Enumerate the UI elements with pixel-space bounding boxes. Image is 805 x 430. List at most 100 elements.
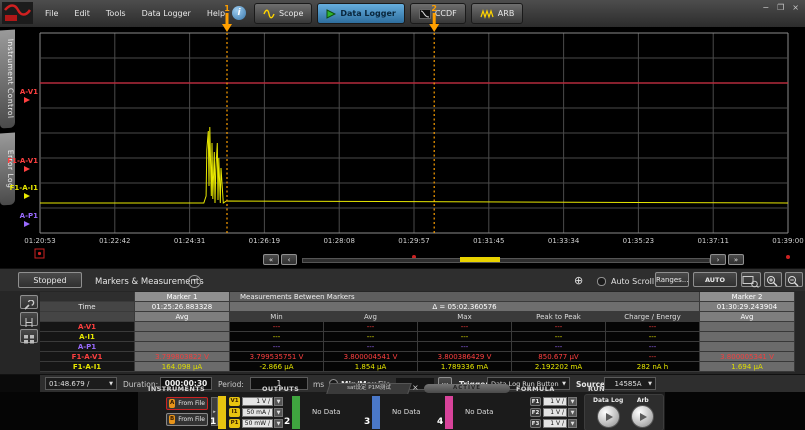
marker1-time: 01:25:26.883328 (135, 302, 230, 312)
measurement-value: --- (324, 342, 418, 352)
measurement-value: --- (606, 332, 700, 342)
corner-block (0, 375, 40, 393)
table-cell (40, 312, 135, 322)
instrument-a-button[interactable]: AFrom File (166, 397, 208, 410)
ranges-button[interactable]: Ranges... (655, 272, 689, 287)
crosshair-icon[interactable]: ⊕ (574, 274, 583, 287)
measurement-value: 1.854 µA (324, 362, 418, 372)
auto-scroll-checkbox[interactable] (597, 277, 606, 286)
table-row[interactable]: A-I1--------------- (40, 332, 795, 342)
scroll-last-button[interactable]: » (728, 254, 744, 265)
output-channel-4-no-data: No Data (465, 408, 493, 416)
info-icon[interactable]: i (232, 6, 246, 20)
minimize-button[interactable]: − (762, 3, 769, 12)
source-value: 14585A (615, 380, 642, 388)
tab-data-logger[interactable]: Data Logger (317, 3, 404, 24)
active-tab[interactable]: ACTIVE (424, 384, 510, 393)
measurement-value: --- (418, 342, 512, 352)
channel-arrow-icon[interactable] (24, 193, 30, 199)
sidebar-tab-error-log[interactable]: Error Log (0, 132, 15, 205)
run-button-label: Data Log (593, 397, 623, 404)
scroll-next-button[interactable]: › (710, 254, 726, 265)
marker2-time: 01:30:29.243904 (700, 302, 795, 312)
chevron-down-icon: ▼ (562, 381, 566, 387)
table-cell (40, 292, 135, 302)
table-row[interactable]: A-P1--------------- (40, 342, 795, 352)
chevron-down-icon[interactable]: ▼ (274, 397, 283, 406)
output-v1-scale[interactable]: 1 V / (242, 397, 273, 406)
grid-view-icon[interactable] (20, 329, 38, 343)
chevron-down-icon: ▼ (648, 381, 652, 387)
source-dropdown[interactable]: 14585A ▼ (604, 377, 656, 390)
channel-arrow-icon[interactable] (24, 97, 30, 103)
close-button[interactable]: × (792, 3, 799, 12)
table-stat-row: AvgMinAvgMaxPeak to PeakCharge / EnergyA… (40, 312, 795, 322)
scroll-track[interactable] (302, 258, 710, 263)
channel-arrow-icon[interactable] (24, 221, 30, 227)
app-window: FileEditToolsData LoggerHelp i ScopeData… (0, 0, 805, 430)
run-data-log-button[interactable] (597, 405, 620, 428)
output-channel-3-bar[interactable] (372, 396, 380, 429)
instruments-header: INSTRUMENTS (148, 385, 205, 393)
scroll-first-button[interactable]: « (263, 254, 279, 265)
channel-arrow-icon[interactable] (24, 166, 30, 172)
close-icon[interactable]: × (412, 383, 419, 392)
tab-sine-icon (263, 9, 275, 19)
formula-f2-badge: F2 (530, 408, 541, 417)
table-row[interactable]: F1-A-V13.799803822 V3.799535751 V3.80000… (40, 352, 795, 362)
marker1-value: 164.098 µA (135, 362, 230, 372)
output-channel-1-bar[interactable] (218, 396, 226, 429)
menu-data-logger[interactable]: Data Logger (142, 9, 191, 18)
zoom-out-icon[interactable] (785, 272, 803, 287)
instrument-b-button[interactable]: BFrom File (166, 413, 208, 426)
tab-ccdf[interactable]: CCDF (410, 3, 466, 24)
measurement-value: --- (418, 332, 512, 342)
chevron-down-icon[interactable]: ▼ (568, 408, 577, 417)
output-channel-2-bar[interactable] (292, 396, 300, 429)
run-arb-button[interactable] (631, 405, 654, 428)
zoom-in-icon[interactable] (764, 272, 782, 287)
x-tick-label: 01:33:34 (538, 237, 590, 245)
instrument-badge: A (169, 399, 175, 408)
measurement-value: --- (230, 332, 324, 342)
tools-icon[interactable] (20, 295, 38, 309)
tab-ccdf-icon (419, 9, 431, 19)
measurement-value: 282 nA h (606, 362, 700, 372)
output-channel-2-number: 2 (284, 417, 290, 427)
menu-tools[interactable]: Tools (106, 9, 126, 18)
output-channel-4-bar[interactable] (445, 396, 453, 429)
chevron-down-icon[interactable]: ▼ (274, 419, 283, 428)
menu-help[interactable]: Help (207, 9, 225, 18)
tab-arb[interactable]: ARB (471, 3, 524, 24)
file-session-tab[interactable]: sat设定 P1M测试 (326, 383, 412, 394)
output-p1-scale[interactable]: 50 mW / (242, 419, 273, 428)
formula-f3-badge: F3 (530, 419, 541, 428)
zoom-region-icon[interactable] (741, 272, 761, 287)
menu-edit[interactable]: Edit (74, 9, 90, 18)
marker2-value (700, 332, 795, 342)
output-i1-scale[interactable]: 50 mA / (242, 408, 273, 417)
run-arb-group: Arb (631, 397, 654, 428)
time-position-dropdown[interactable]: 01:48.679 /▼ (45, 377, 117, 390)
panel-left-gap (0, 392, 138, 430)
chevron-down-icon[interactable]: ▼ (568, 397, 577, 406)
menu-file[interactable]: File (45, 9, 58, 18)
table-row[interactable]: F1-A-I1164.098 µA-2.866 µA1.854 µA1.7893… (40, 362, 795, 372)
auto-scale-button[interactable]: AUTO SCALE (693, 272, 737, 287)
sidebar-tab-instrument-control[interactable]: Instrument Control (0, 29, 15, 128)
chevron-down-icon[interactable]: ▼ (568, 419, 577, 428)
markers-icon[interactable] (20, 312, 38, 326)
panel-collapse-icon[interactable]: ▾ (188, 275, 201, 288)
formula-f1-scale[interactable]: 1 V / (543, 397, 567, 406)
table-row[interactable]: A-V1--------------- (40, 322, 795, 332)
formula-f3-scale[interactable]: 1 V / (543, 419, 567, 428)
stopped-button[interactable]: Stopped (18, 272, 82, 288)
scroll-thumb[interactable] (460, 257, 500, 262)
tab-scope[interactable]: Scope (254, 3, 312, 24)
formula-f2-scale[interactable]: 1 V / (543, 408, 567, 417)
chevron-down-icon[interactable]: ▼ (274, 408, 283, 417)
stat-header: Max (418, 312, 512, 322)
active-tab-label: ACTIVE (424, 384, 510, 393)
restore-button[interactable]: ❐ (777, 3, 784, 12)
scroll-prev-button[interactable]: ‹ (281, 254, 297, 265)
